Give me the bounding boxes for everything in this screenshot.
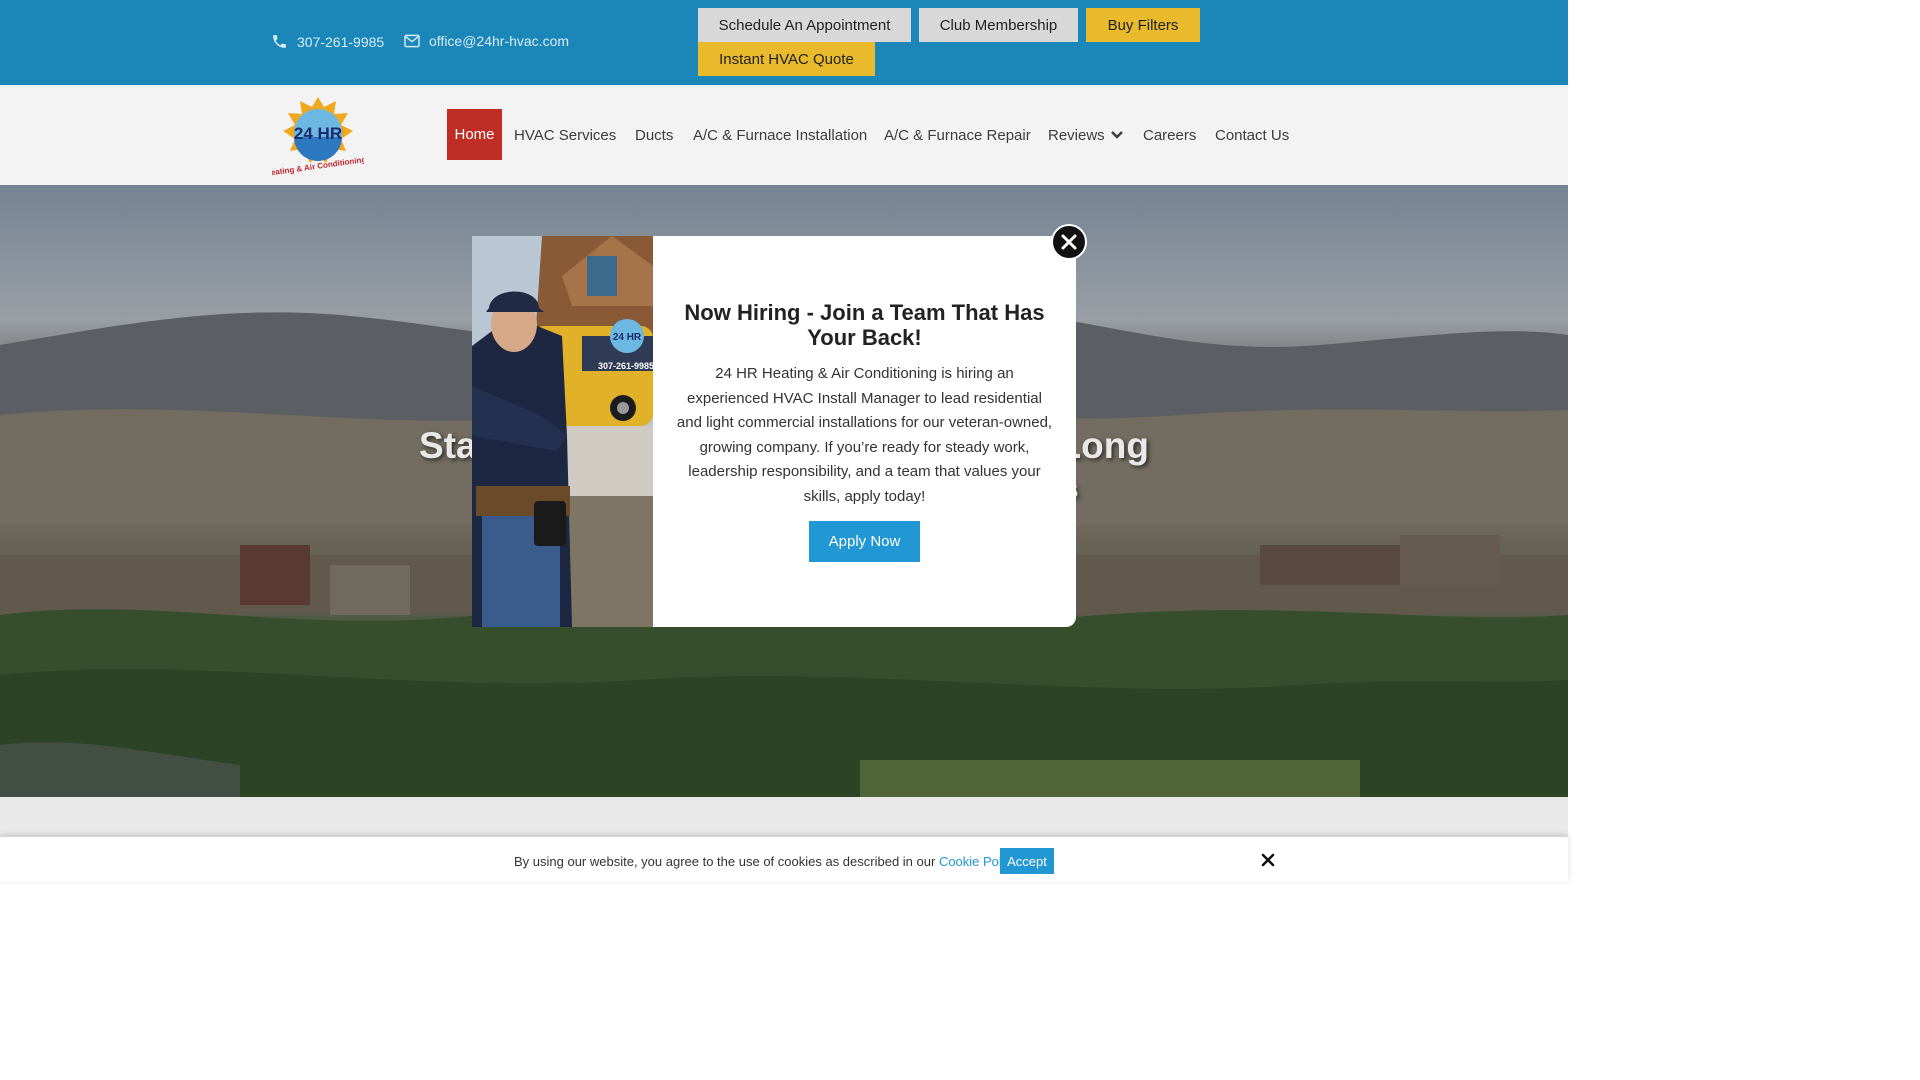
apply-now-button[interactable]: Apply Now xyxy=(809,521,920,562)
van-phone-text: 307-261-9985 xyxy=(598,361,653,371)
phone-icon xyxy=(273,35,286,48)
content-strip xyxy=(0,797,1568,837)
top-bar: 307-261-9985 office@24hr-hvac.com Schedu… xyxy=(0,0,1568,85)
cookie-close-button[interactable] xyxy=(1260,852,1276,868)
cookie-banner: By using our website, you agree to the u… xyxy=(0,837,1568,882)
popup-title: Now Hiring - Join a Team That Has Your B… xyxy=(684,300,1045,350)
close-icon xyxy=(1061,234,1077,250)
nav-ducts[interactable]: Ducts xyxy=(635,85,673,185)
instant-quote-button[interactable]: Instant HVAC Quote xyxy=(698,42,875,76)
nav-installation[interactable]: A/C & Furnace Installation xyxy=(693,85,867,185)
cookie-accept-button[interactable]: Accept xyxy=(1000,848,1054,874)
chevron-down-icon xyxy=(1110,131,1123,139)
logo-text-big: 24 HR xyxy=(294,124,342,143)
logo-graphic: 24 HR Heating & Air Conditioning xyxy=(265,97,367,178)
popup-close-button[interactable] xyxy=(1051,224,1087,260)
nav-careers[interactable]: Careers xyxy=(1143,85,1196,185)
cookie-notice-text: By using our website, you agree to the u… xyxy=(514,854,936,869)
schedule-appointment-button[interactable]: Schedule An Appointment xyxy=(698,8,911,42)
email-address: office@24hr-hvac.com xyxy=(429,33,570,49)
main-navbar: 24 HR Heating & Air Conditioning Home HV… xyxy=(0,85,1568,185)
nav-hvac-services[interactable]: HVAC Services xyxy=(514,85,616,185)
phone-number: 307-261-9985 xyxy=(297,33,385,50)
buy-filters-button[interactable]: Buy Filters xyxy=(1086,8,1200,42)
company-logo[interactable]: 24 HR Heating & Air Conditioning xyxy=(265,93,367,178)
popup-content: Now Hiring - Join a Team That Has Your B… xyxy=(653,236,1076,627)
nav-repair[interactable]: A/C & Furnace Repair xyxy=(884,85,1031,185)
van-logo-text: 24 HR xyxy=(613,332,642,343)
nav-home[interactable]: Home xyxy=(447,109,502,160)
cookie-notice: By using our website, you agree to the u… xyxy=(514,854,1018,869)
hiring-popup: 24 HR 307-261-9985 Now Hiring - Join a T… xyxy=(472,236,1076,627)
club-membership-button[interactable]: Club Membership xyxy=(919,8,1078,42)
technician-photo: 24 HR 307-261-9985 xyxy=(472,236,653,627)
envelope-icon xyxy=(404,34,420,48)
phone-contact[interactable]: 307-261-9985 xyxy=(271,33,384,50)
nav-reviews-label: Reviews xyxy=(1048,126,1105,144)
close-icon xyxy=(1261,853,1275,867)
popup-description: 24 HR Heating & Air Conditioning is hiri… xyxy=(676,365,1053,505)
technician-illustration: 24 HR 307-261-9985 xyxy=(472,236,653,627)
email-contact[interactable]: office@24hr-hvac.com xyxy=(404,33,569,49)
nav-contact-us[interactable]: Contact Us xyxy=(1215,85,1289,185)
nav-reviews[interactable]: Reviews xyxy=(1048,85,1124,185)
